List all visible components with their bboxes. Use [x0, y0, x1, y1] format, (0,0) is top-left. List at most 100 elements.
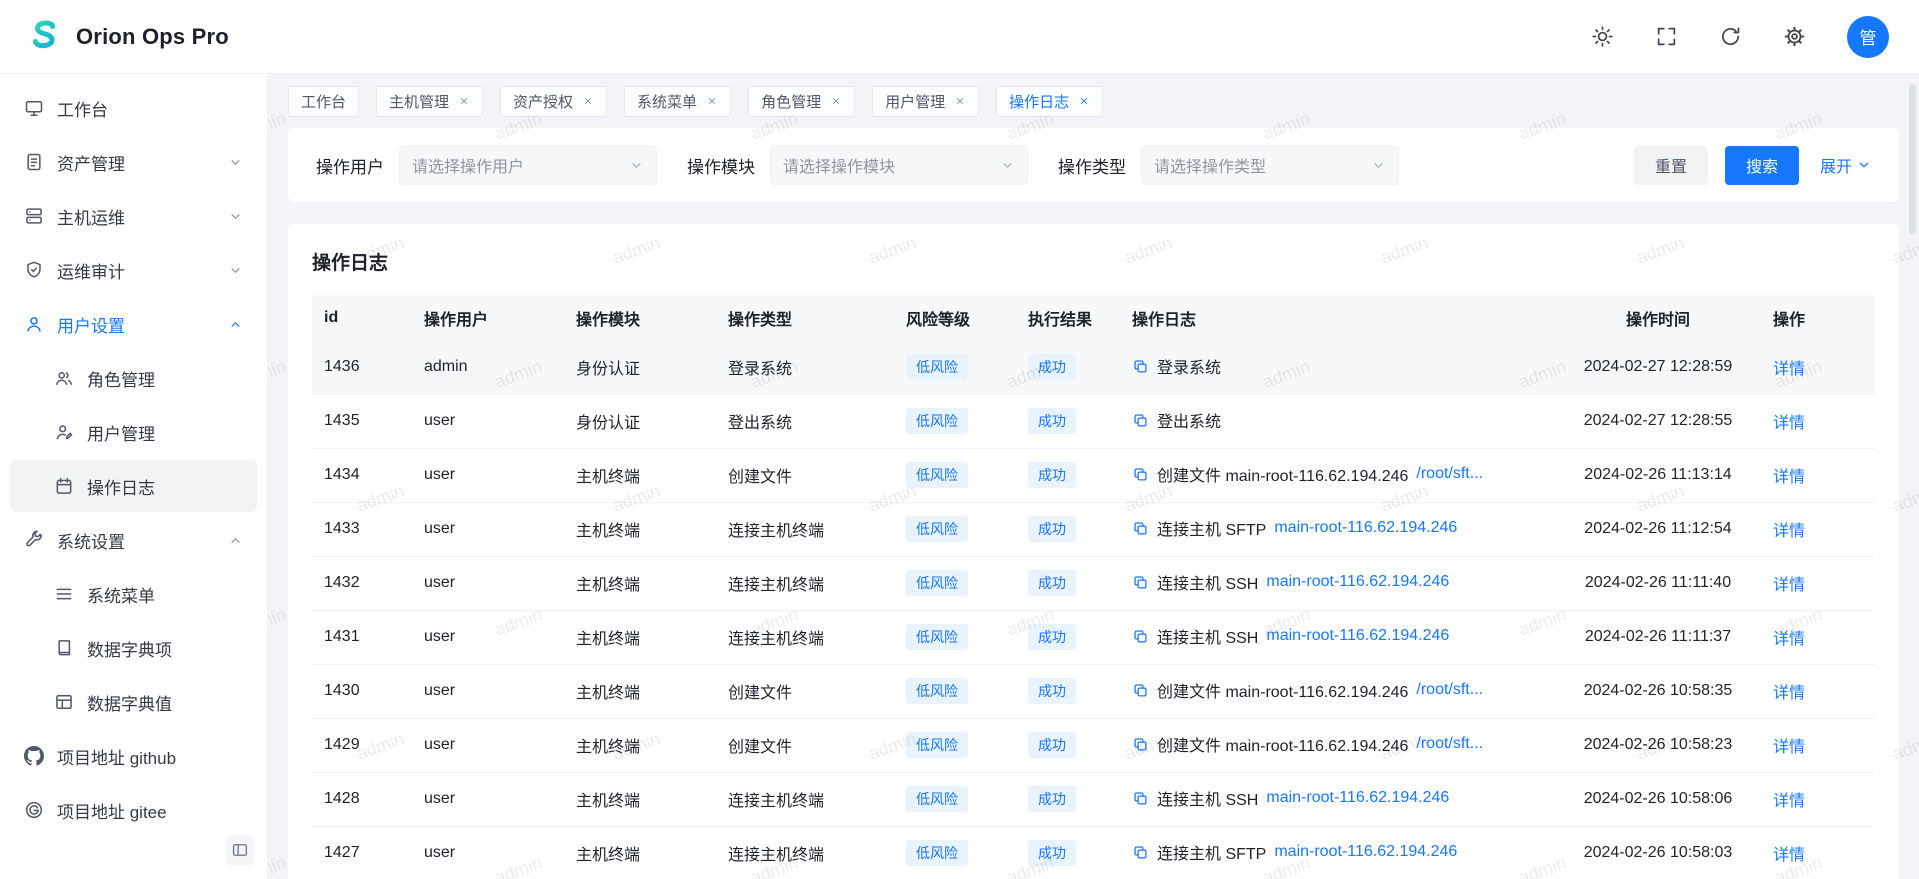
sidebar-item-system-menu[interactable]: 系统菜单 [10, 568, 257, 620]
chevron-down-icon [629, 158, 644, 173]
column-header: 操作日志 [1120, 295, 1555, 340]
detail-link[interactable]: 详情 [1773, 739, 1805, 756]
search-button[interactable]: 搜索 [1725, 146, 1799, 185]
sidebar-item-host-ops[interactable]: 主机运维 [10, 190, 257, 242]
sidebar-item-ops-audit[interactable]: 运维审计 [10, 244, 257, 296]
sidebar-item-operation-log[interactable]: 操作日志 [10, 460, 257, 512]
cell-log: 创建文件 main-root-116.62.194.246 /root/sft.… [1120, 718, 1555, 772]
filter-group-user: 操作用户请选择操作用户 [316, 146, 657, 185]
detail-link[interactable]: 详情 [1773, 685, 1805, 702]
cell-user: user [412, 664, 564, 718]
copy-icon [1132, 520, 1149, 537]
column-header: 执行结果 [1016, 295, 1120, 340]
app-logo-icon [24, 17, 64, 57]
cell-user: user [412, 556, 564, 610]
detail-link[interactable]: 详情 [1773, 847, 1805, 864]
chevron-down-icon [1371, 158, 1386, 173]
sidebar-menu: 工作台资产管理主机运维运维审计用户设置角色管理用户管理操作日志系统设置系统菜单数… [10, 82, 257, 836]
tab-system-menu[interactable]: 系统菜单 [624, 86, 731, 117]
column-header: 操作类型 [716, 295, 894, 340]
sidebar-item-user-settings[interactable]: 用户设置 [10, 298, 257, 350]
refresh-icon[interactable] [1719, 25, 1742, 48]
sidebar-item-system-settings[interactable]: 系统设置 [10, 514, 257, 566]
sidebar-item-workbench[interactable]: 工作台 [10, 82, 257, 134]
log-table: id操作用户操作模块操作类型风险等级执行结果操作日志操作时间操作 1436adm… [312, 295, 1875, 879]
cell-log: 创建文件 main-root-116.62.194.246 /root/sft.… [1120, 448, 1555, 502]
detail-link[interactable]: 详情 [1773, 631, 1805, 648]
log-text: 登出系统 [1157, 408, 1221, 432]
settings-gear-icon[interactable] [1783, 25, 1806, 48]
log-link[interactable]: main-root-116.62.194.246 [1266, 627, 1449, 645]
tab-operation-log[interactable]: 操作日志 [996, 86, 1103, 117]
cell-action: 详情 [1761, 718, 1875, 772]
reset-button[interactable]: 重置 [1634, 146, 1708, 185]
cell-time: 2024-02-26 10:58:23 [1555, 718, 1761, 772]
cell-type: 连接主机终端 [716, 610, 894, 664]
user-manage-icon [54, 422, 74, 442]
filter-select-type[interactable]: 请选择操作类型 [1141, 146, 1399, 185]
cell-risk: 低风险 [894, 718, 1016, 772]
expand-toggle[interactable]: 展开 [1820, 153, 1871, 177]
close-icon[interactable] [954, 95, 966, 107]
tab-workbench[interactable]: 工作台 [288, 86, 359, 117]
log-link[interactable]: /root/sft... [1416, 735, 1483, 753]
scrollbar-thumb[interactable] [1909, 84, 1916, 234]
tab-role-management[interactable]: 角色管理 [748, 86, 855, 117]
log-link[interactable]: main-root-116.62.194.246 [1266, 789, 1449, 807]
tab-user-management[interactable]: 用户管理 [872, 86, 979, 117]
close-icon[interactable] [458, 95, 470, 107]
column-header: id [312, 295, 412, 340]
cell-user: user [412, 610, 564, 664]
cell-action: 详情 [1761, 394, 1875, 448]
column-header: 操作用户 [412, 295, 564, 340]
close-icon[interactable] [582, 95, 594, 107]
table-row: 1429user主机终端创建文件低风险成功创建文件 main-root-116.… [312, 718, 1875, 772]
cell-module: 主机终端 [564, 718, 716, 772]
fullscreen-icon[interactable] [1655, 25, 1678, 48]
sidebar-item-github[interactable]: 项目地址 github [10, 730, 257, 782]
cell-module: 主机终端 [564, 772, 716, 826]
theme-icon[interactable] [1591, 25, 1614, 48]
cell-module: 主机终端 [564, 556, 716, 610]
log-link[interactable]: main-root-116.62.194.246 [1266, 573, 1449, 591]
user-avatar[interactable]: 管 [1847, 16, 1889, 58]
cell-result: 成功 [1016, 340, 1120, 394]
copy-icon [1132, 358, 1149, 375]
filter-select-module[interactable]: 请选择操作模块 [770, 146, 1028, 185]
log-link[interactable]: /root/sft... [1416, 465, 1483, 483]
result-badge: 成功 [1028, 678, 1076, 704]
sidebar-item-role-management[interactable]: 角色管理 [10, 352, 257, 404]
log-text: 创建文件 main-root-116.62.194.246 [1157, 462, 1408, 486]
close-icon[interactable] [1078, 95, 1090, 107]
log-link[interactable]: main-root-116.62.194.246 [1274, 843, 1457, 861]
close-icon[interactable] [830, 95, 842, 107]
roles-icon [54, 368, 74, 388]
detail-link[interactable]: 详情 [1773, 793, 1805, 810]
tab-label: 工作台 [301, 91, 346, 112]
detail-link[interactable]: 详情 [1773, 523, 1805, 540]
sidebar-item-dict-value[interactable]: 数据字典值 [10, 676, 257, 728]
cell-type: 连接主机终端 [716, 502, 894, 556]
audit-icon [24, 260, 44, 280]
close-icon[interactable] [706, 95, 718, 107]
copy-icon [1132, 844, 1149, 861]
risk-badge: 低风险 [906, 516, 968, 542]
risk-badge: 低风险 [906, 786, 968, 812]
sidebar-item-asset-management[interactable]: 资产管理 [10, 136, 257, 188]
detail-link[interactable]: 详情 [1773, 361, 1805, 378]
cell-result: 成功 [1016, 556, 1120, 610]
detail-link[interactable]: 详情 [1773, 577, 1805, 594]
log-link[interactable]: /root/sft... [1416, 681, 1483, 699]
tab-host-management[interactable]: 主机管理 [376, 86, 483, 117]
tab-asset-auth[interactable]: 资产授权 [500, 86, 607, 117]
sidebar-item-dict-item[interactable]: 数据字典项 [10, 622, 257, 674]
filter-select-user[interactable]: 请选择操作用户 [399, 146, 657, 185]
detail-link[interactable]: 详情 [1773, 415, 1805, 432]
sidebar-item-user-management[interactable]: 用户管理 [10, 406, 257, 458]
risk-badge: 低风险 [906, 840, 968, 866]
detail-link[interactable]: 详情 [1773, 469, 1805, 486]
sidebar-item-gitee[interactable]: 项目地址 gitee [10, 784, 257, 836]
log-link[interactable]: main-root-116.62.194.246 [1274, 519, 1457, 537]
top-header: Orion Ops Pro [0, 0, 1919, 74]
sidebar-collapse-button[interactable] [225, 835, 255, 865]
